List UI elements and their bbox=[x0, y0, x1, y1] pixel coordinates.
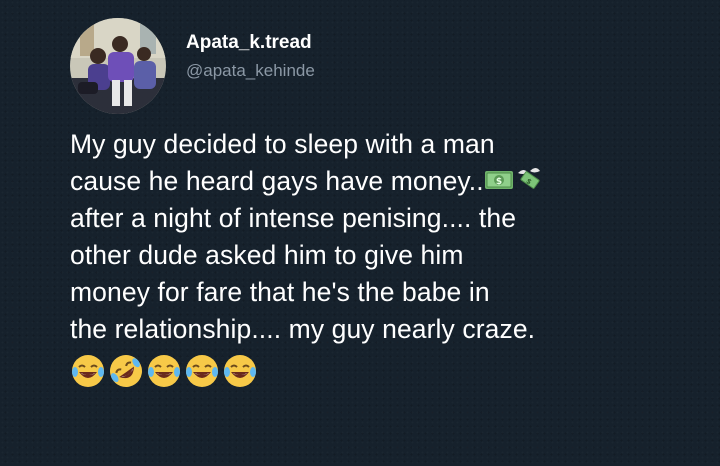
tweet-card: Apata_k.tread @apata_kehinde My guy deci… bbox=[0, 0, 720, 466]
display-name[interactable]: Apata_k.tread bbox=[186, 31, 315, 55]
tweet-line-2-wrapper: cause he heard gays have money.. $ $ bbox=[70, 163, 720, 200]
avatar[interactable] bbox=[70, 18, 166, 114]
svg-text:$: $ bbox=[496, 177, 502, 187]
tweet-line-1: My guy decided to sleep with a man bbox=[70, 129, 495, 159]
tweet-header: Apata_k.tread @apata_kehinde bbox=[70, 18, 315, 114]
tweet-line-3: after a night of intense penising.... th… bbox=[70, 203, 517, 233]
tweet-text: My guy decided to sleep with a man cause… bbox=[70, 126, 720, 389]
money-with-wings-emoji: $ bbox=[517, 168, 540, 189]
tweet-line-5: money for fare that he's the babe in bbox=[70, 277, 490, 307]
face-with-tears-of-joy-emoji bbox=[148, 355, 180, 387]
tweet-line-4: other dude asked him to give him bbox=[70, 240, 464, 270]
avatar-photo bbox=[70, 18, 166, 114]
face-with-tears-of-joy-emoji bbox=[72, 355, 104, 387]
user-names: Apata_k.tread @apata_kehinde bbox=[186, 31, 315, 83]
tweet-line-2: cause he heard gays have money.. bbox=[70, 166, 484, 196]
face-with-tears-of-joy-emoji bbox=[224, 355, 256, 387]
user-handle[interactable]: @apata_kehinde bbox=[186, 59, 315, 83]
tweet-line-6: the relationship.... my guy nearly craze… bbox=[70, 314, 536, 344]
reaction-emoji-row bbox=[70, 353, 720, 389]
dollar-banknote-emoji: $ bbox=[484, 171, 513, 189]
rolling-on-the-floor-laughing-emoji bbox=[110, 355, 142, 387]
face-with-tears-of-joy-emoji bbox=[186, 355, 218, 387]
